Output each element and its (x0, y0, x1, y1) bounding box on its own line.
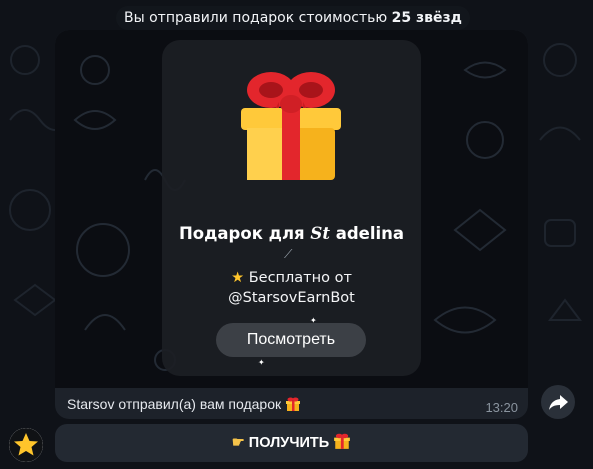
gift-icon (241, 72, 341, 180)
message-time: 13:20 (485, 400, 518, 415)
gift-emoji-icon (334, 433, 351, 449)
gift-title-prefix: Подарок для (178, 224, 305, 243)
get-gift-label: ПОЛУЧИТЬ (248, 435, 330, 451)
gift-message-bubble[interactable]: Подарок для St adelina ⟋ ★ Бесплатно от … (55, 30, 528, 419)
recipient-name: adelina (335, 224, 405, 243)
star-avatar-icon[interactable] (9, 428, 43, 462)
gift-sender-info: ★ Бесплатно от @StarsovEarnBot (162, 268, 421, 308)
magic-wand-icon: ⟋ (284, 247, 293, 261)
star-icon: ★ (231, 270, 245, 286)
get-gift-inline-button[interactable]: ☛ ПОЛУЧИТЬ (55, 424, 528, 462)
gift-preview-background: Подарок для St adelina ⟋ ★ Бесплатно от … (55, 30, 528, 388)
gift-free-from-label: Бесплатно от (248, 270, 352, 286)
gift-emoji-icon (286, 397, 301, 411)
gift-title: Подарок для St adelina (162, 224, 421, 243)
share-button[interactable] (541, 385, 575, 419)
recipient-emoji-name: St (310, 224, 330, 243)
message-caption: Starsov отправил(а) вам подарок (67, 396, 301, 412)
sparkle-icon: ✦ (258, 358, 265, 367)
message-caption-text: Starsov отправил(а) вам подарок (67, 396, 282, 412)
gift-sent-banner: Вы отправили подарок стоимостью 25 звёзд (116, 6, 470, 30)
pointing-hand-icon: ☛ (231, 435, 245, 451)
banner-text: Вы отправили подарок стоимостью (124, 10, 388, 26)
banner-amount: 25 звёзд (391, 10, 462, 26)
gift-card[interactable]: Подарок для St adelina ⟋ ★ Бесплатно от … (162, 40, 421, 376)
avatar-star-graphic (9, 428, 43, 462)
share-arrow-icon (549, 395, 568, 410)
gift-sender-bot[interactable]: @StarsovEarnBot (162, 288, 421, 308)
view-gift-button[interactable]: Посмотреть (216, 323, 366, 357)
